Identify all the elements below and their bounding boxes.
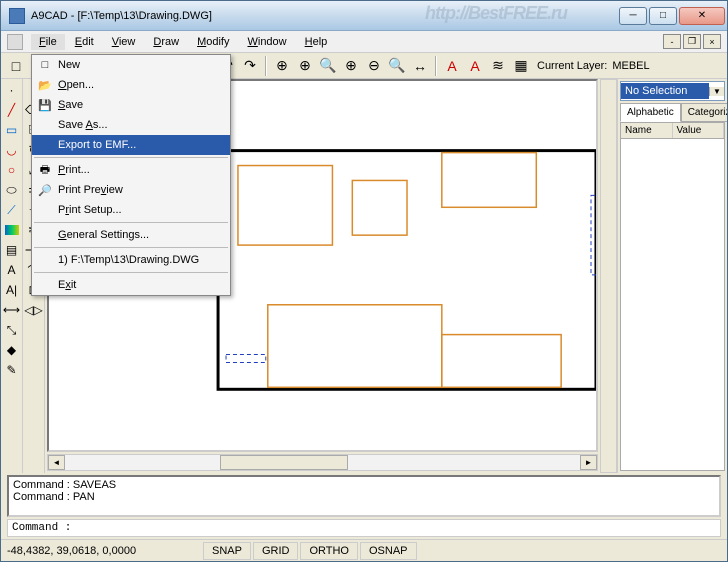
v-scrollbar[interactable] — [600, 79, 617, 473]
menu-item-print[interactable]: 🖶Print... — [32, 160, 230, 180]
watermark: http://BestFREE.ru — [425, 3, 567, 24]
image-icon[interactable]: ▤ — [3, 241, 21, 259]
menu-help[interactable]: Help — [297, 34, 336, 50]
blocks-icon[interactable]: ▦ — [510, 55, 532, 77]
menu-item-save[interactable]: 💾Save — [32, 95, 230, 115]
new-icon[interactable]: □ — [5, 55, 27, 77]
layer-value: MEBEL — [612, 60, 649, 72]
open-icon: 📂 — [36, 77, 54, 93]
dim-style-icon[interactable]: A — [464, 55, 486, 77]
menu-item-recent-1[interactable]: 1) F:\Temp\13\Drawing.DWG — [32, 250, 230, 270]
tab-alphabetic[interactable]: Alphabetic — [620, 103, 681, 122]
zoom-realtime-icon[interactable]: 🔍 — [317, 55, 339, 77]
menu-draw[interactable]: Draw — [145, 34, 187, 50]
new-icon: □ — [36, 57, 54, 73]
mdi-close[interactable]: × — [703, 34, 721, 49]
command-history: Command : SAVEAS Command : PAN — [7, 475, 721, 517]
menu-edit[interactable]: Edit — [67, 34, 102, 50]
hatch-icon[interactable] — [3, 221, 21, 239]
maximize-button[interactable]: □ — [649, 7, 677, 25]
block-icon[interactable]: ◆ — [3, 341, 21, 359]
toggle-osnap[interactable]: OSNAP — [360, 542, 417, 560]
line-icon[interactable]: ╱ — [3, 101, 21, 119]
arc-icon[interactable]: ◡ — [3, 141, 21, 159]
layers-icon[interactable]: ≋ — [487, 55, 509, 77]
command-input[interactable]: Command : — [7, 519, 721, 537]
statusbar: -48,4382, 39,0618, 0,0000 SNAP GRID ORTH… — [1, 539, 727, 561]
scroll-left-icon[interactable]: ◄ — [48, 455, 65, 470]
insert-icon[interactable]: ✎ — [3, 361, 21, 379]
menu-item-new[interactable]: □New — [32, 55, 230, 75]
menu-item-saveas[interactable]: Save As... — [32, 115, 230, 135]
titlebar: A9CAD - [F:\Temp\13\Drawing.DWG] http://… — [1, 1, 727, 31]
preview-icon: 🔎 — [36, 182, 54, 198]
menu-modify[interactable]: Modify — [189, 34, 237, 50]
toggle-grid[interactable]: GRID — [253, 542, 299, 560]
mtext-icon[interactable]: A| — [3, 281, 21, 299]
point-icon[interactable]: · — [3, 81, 21, 99]
app-icon — [9, 8, 25, 24]
menu-item-general-settings[interactable]: General Settings... — [32, 225, 230, 245]
rect-icon[interactable]: ▭ — [3, 121, 21, 139]
menu-view[interactable]: View — [104, 34, 144, 50]
mdi-icon — [7, 34, 23, 50]
save-icon: 💾 — [36, 97, 54, 113]
menu-item-print-preview[interactable]: 🔎Print Preview — [32, 180, 230, 200]
h-scrollbar[interactable]: ◄ ► — [47, 454, 598, 471]
menu-file[interactable]: File — [31, 34, 65, 50]
zoom-out-icon[interactable]: ⊖ — [363, 55, 385, 77]
zoom-prev-icon[interactable]: 🔍 — [386, 55, 408, 77]
pan-icon[interactable]: ↔ — [409, 55, 431, 77]
circle-icon[interactable]: ○ — [3, 161, 21, 179]
chevron-down-icon[interactable]: ▼ — [709, 87, 724, 96]
leader-icon[interactable]: ⤡ — [3, 321, 21, 339]
selection-value: No Selection — [621, 83, 709, 99]
col-name: Name — [621, 123, 673, 138]
tab-categorized[interactable]: Categorized — [681, 103, 727, 122]
menu-item-exit[interactable]: Exit — [32, 275, 230, 295]
text-icon[interactable]: A — [3, 261, 21, 279]
close-button[interactable]: ✕ — [679, 7, 725, 25]
selection-combo[interactable]: No Selection ▼ — [620, 81, 725, 101]
scroll-right-icon[interactable]: ► — [580, 455, 597, 470]
print-icon: 🖶 — [36, 162, 54, 178]
status-coords: -48,4382, 39,0618, 0,0000 — [1, 545, 201, 557]
menubar: File Edit View Draw Modify Window Help -… — [1, 31, 727, 53]
toggle-snap[interactable]: SNAP — [203, 542, 251, 560]
mdi-minimize[interactable]: - — [663, 34, 681, 49]
scroll-thumb[interactable] — [220, 455, 349, 470]
menu-window[interactable]: Window — [239, 34, 294, 50]
polyline-icon[interactable]: ⟋ — [3, 201, 21, 219]
zoom-in-icon[interactable]: ⊕ — [340, 55, 362, 77]
toggle-ortho[interactable]: ORTHO — [300, 542, 358, 560]
menu-item-open[interactable]: 📂Open... — [32, 75, 230, 95]
menu-item-export-emf[interactable]: Export to EMF... — [32, 135, 230, 155]
property-grid[interactable]: Name Value — [620, 122, 725, 471]
redo-icon[interactable]: ↷ — [239, 55, 261, 77]
menu-item-print-setup[interactable]: Print Setup... — [32, 200, 230, 220]
minimize-button[interactable]: ─ — [619, 7, 647, 25]
ellipse-icon[interactable]: ⬭ — [3, 181, 21, 199]
text-style-icon[interactable]: A — [441, 55, 463, 77]
file-menu-dropdown: □New 📂Open... 💾Save Save As... Export to… — [31, 54, 231, 296]
col-value: Value — [673, 123, 725, 138]
mirror-icon[interactable]: ◁▷ — [25, 301, 43, 319]
dim-icon[interactable]: ⟷ — [3, 301, 21, 319]
zoom-window-icon[interactable]: ⊕ — [294, 55, 316, 77]
layer-label: Current Layer: — [537, 60, 607, 72]
properties-panel: No Selection ▼ Alphabetic Categorized Na… — [617, 79, 727, 473]
draw-toolbar: · ╱ ▭ ◡ ○ ⬭ ⟋ ▤ A A| ⟷ ⤡ ◆ ✎ — [1, 79, 23, 473]
mdi-restore[interactable]: ❐ — [683, 34, 701, 49]
zoom-extents-icon[interactable]: ⊕ — [271, 55, 293, 77]
